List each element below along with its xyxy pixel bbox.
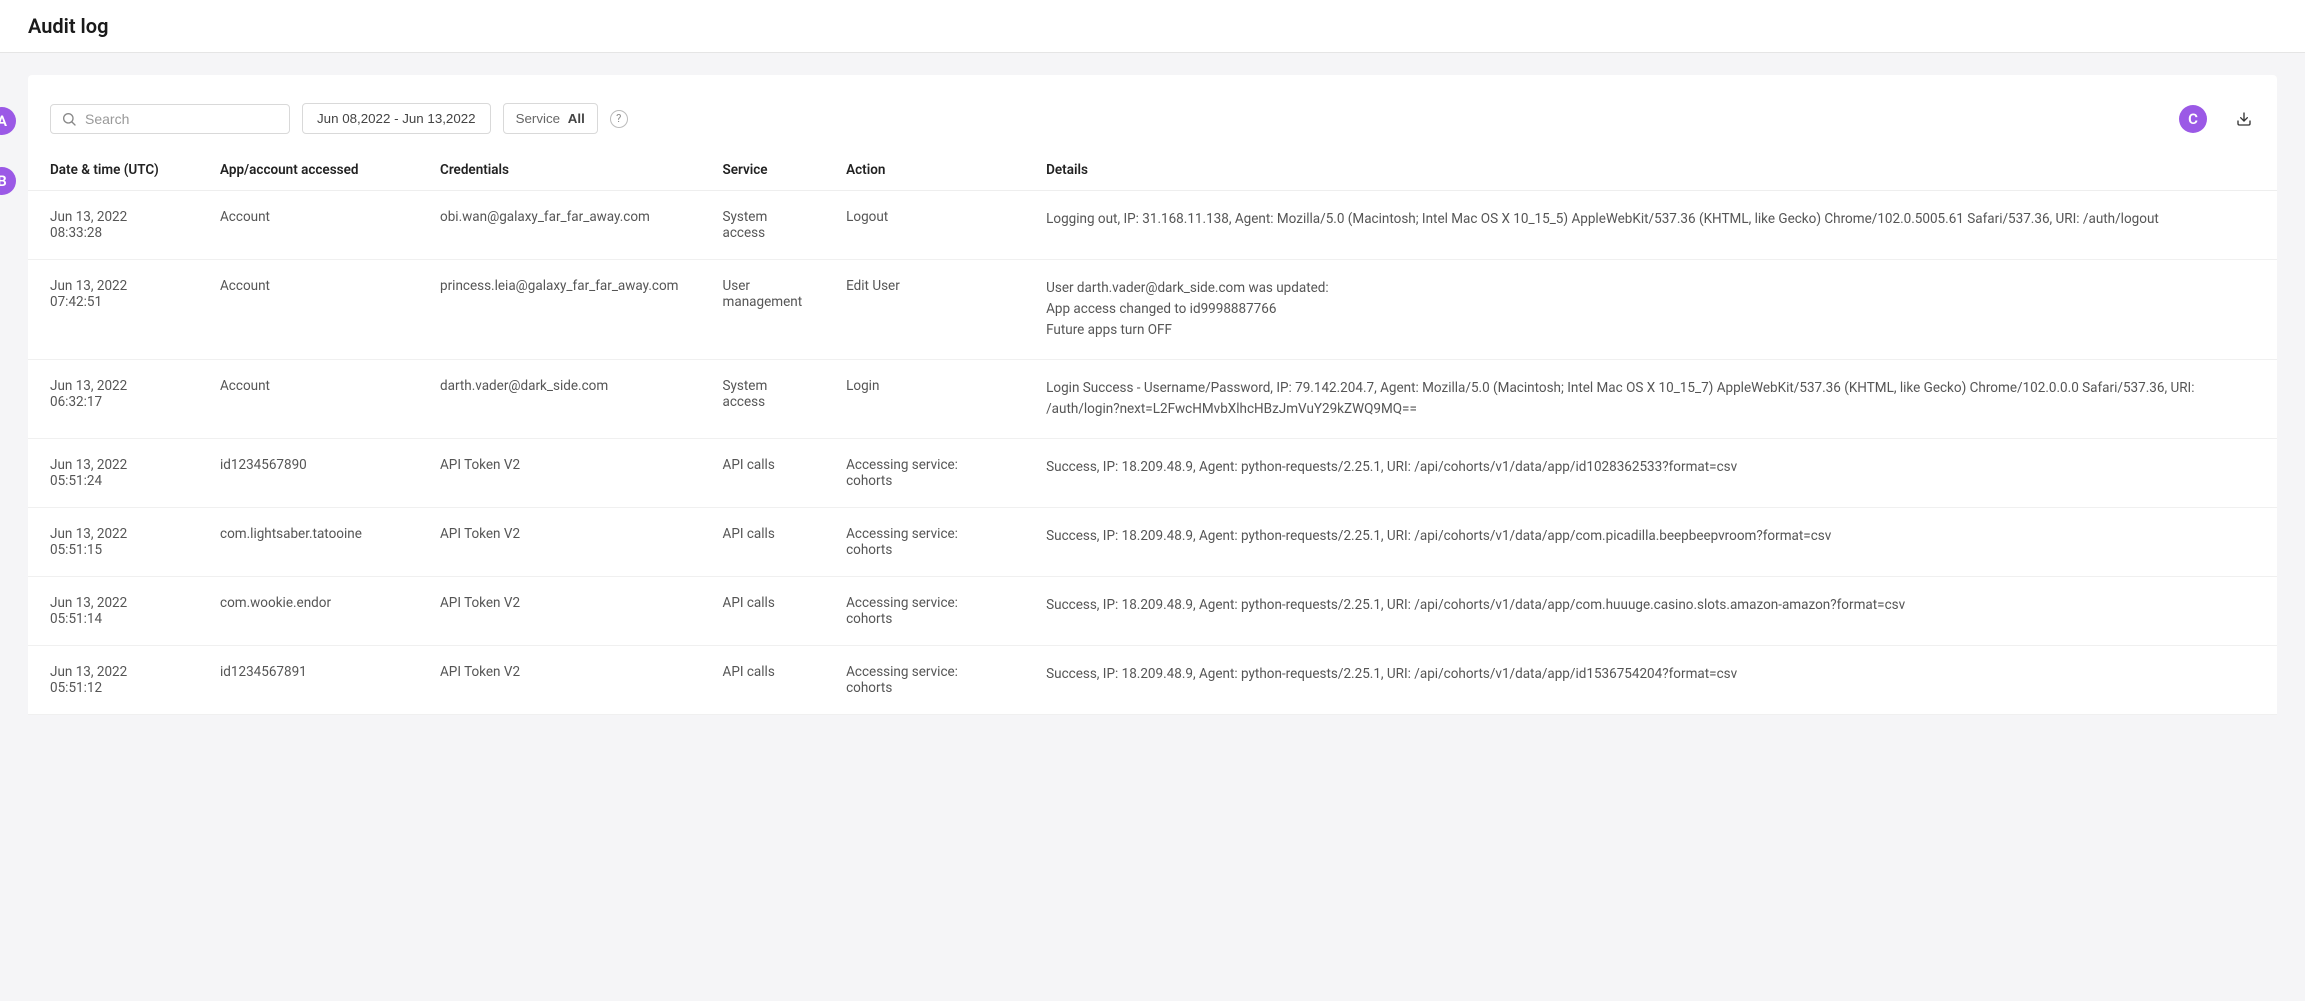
content-area: A B Jun 08,2022 - Jun 13,2022 Service Al… [0,53,2305,1001]
column-header-datetime[interactable]: Date & time (UTC) [28,150,198,191]
search-input[interactable] [85,111,279,127]
service-filter-value: All [568,111,585,126]
page-title: Audit log [28,14,2277,38]
help-icon[interactable]: ? [610,110,628,128]
column-header-credentials[interactable]: Credentials [418,150,701,191]
cell-app: com.lightsaber.tatooine [198,507,418,576]
cell-details: Success, IP: 18.209.48.9, Agent: python-… [1024,645,2277,714]
annotation-a: A [0,107,16,135]
cell-credentials: API Token V2 [418,645,701,714]
service-filter[interactable]: Service All [503,103,598,134]
cell-credentials: API Token V2 [418,576,701,645]
cell-app: Account [198,260,418,360]
cell-details: Success, IP: 18.209.48.9, Agent: python-… [1024,507,2277,576]
cell-app: Account [198,191,418,260]
service-filter-label: Service [516,111,560,126]
cell-action: Accessing service: cohorts [824,507,1024,576]
cell-service: API calls [701,645,825,714]
cell-action: Accessing service: cohorts [824,645,1024,714]
cell-service: API calls [701,438,825,507]
table-row[interactable]: Jun 13, 2022 05:51:12id1234567891API Tok… [28,645,2277,714]
column-header-app[interactable]: App/account accessed [198,150,418,191]
cell-app: Account [198,359,418,438]
cell-credentials: API Token V2 [418,438,701,507]
cell-datetime: Jun 13, 2022 07:42:51 [28,260,198,360]
cell-credentials: darth.vader@dark_side.com [418,359,701,438]
cell-details: Login Success - Username/Password, IP: 7… [1024,359,2277,438]
cell-service: System access [701,191,825,260]
cell-action: Login [824,359,1024,438]
cell-app: id1234567891 [198,645,418,714]
date-range-picker[interactable]: Jun 08,2022 - Jun 13,2022 [302,103,491,134]
cell-credentials: princess.leia@galaxy_far_far_away.com [418,260,701,360]
cell-details: User darth.vader@dark_side.com was updat… [1024,260,2277,360]
cell-datetime: Jun 13, 2022 05:51:15 [28,507,198,576]
column-header-service[interactable]: Service [701,150,825,191]
cell-service: User management [701,260,825,360]
cell-action: Accessing service: cohorts [824,438,1024,507]
cell-action: Logout [824,191,1024,260]
annotation-c: C [2179,105,2207,133]
cell-service: API calls [701,576,825,645]
cell-datetime: Jun 13, 2022 08:33:28 [28,191,198,260]
table-row[interactable]: Jun 13, 2022 05:51:15com.lightsaber.tato… [28,507,2277,576]
search-input-wrap[interactable] [50,104,290,134]
cell-datetime: Jun 13, 2022 06:32:17 [28,359,198,438]
audit-log-table: Date & time (UTC) App/account accessed C… [28,150,2277,715]
cell-app: com.wookie.endor [198,576,418,645]
table-header-row: Date & time (UTC) App/account accessed C… [28,150,2277,191]
date-range-label: Jun 08,2022 - Jun 13,2022 [317,111,476,126]
annotation-b: B [0,167,16,195]
cell-datetime: Jun 13, 2022 05:51:24 [28,438,198,507]
cell-credentials: obi.wan@galaxy_far_far_away.com [418,191,701,260]
download-button[interactable] [2233,108,2255,130]
cell-datetime: Jun 13, 2022 05:51:14 [28,576,198,645]
column-header-action[interactable]: Action [824,150,1024,191]
cell-action: Accessing service: cohorts [824,576,1024,645]
cell-credentials: API Token V2 [418,507,701,576]
table-row[interactable]: Jun 13, 2022 07:42:51Accountprincess.lei… [28,260,2277,360]
search-icon [61,111,77,127]
page-header: Audit log [0,0,2305,53]
table-row[interactable]: Jun 13, 2022 08:33:28Accountobi.wan@gala… [28,191,2277,260]
table-row[interactable]: Jun 13, 2022 05:51:24id1234567890API Tok… [28,438,2277,507]
cell-service: API calls [701,507,825,576]
cell-datetime: Jun 13, 2022 05:51:12 [28,645,198,714]
table-row[interactable]: Jun 13, 2022 06:32:17Accountdarth.vader@… [28,359,2277,438]
column-header-details[interactable]: Details [1024,150,2277,191]
cell-action: Edit User [824,260,1024,360]
toolbar: Jun 08,2022 - Jun 13,2022 Service All ? … [28,75,2277,150]
cell-details: Success, IP: 18.209.48.9, Agent: python-… [1024,438,2277,507]
cell-app: id1234567890 [198,438,418,507]
cell-service: System access [701,359,825,438]
cell-details: Success, IP: 18.209.48.9, Agent: python-… [1024,576,2277,645]
audit-log-panel: A B Jun 08,2022 - Jun 13,2022 Service Al… [28,75,2277,715]
download-icon [2236,111,2252,127]
cell-details: Logging out, IP: 31.168.11.138, Agent: M… [1024,191,2277,260]
table-row[interactable]: Jun 13, 2022 05:51:14com.wookie.endorAPI… [28,576,2277,645]
